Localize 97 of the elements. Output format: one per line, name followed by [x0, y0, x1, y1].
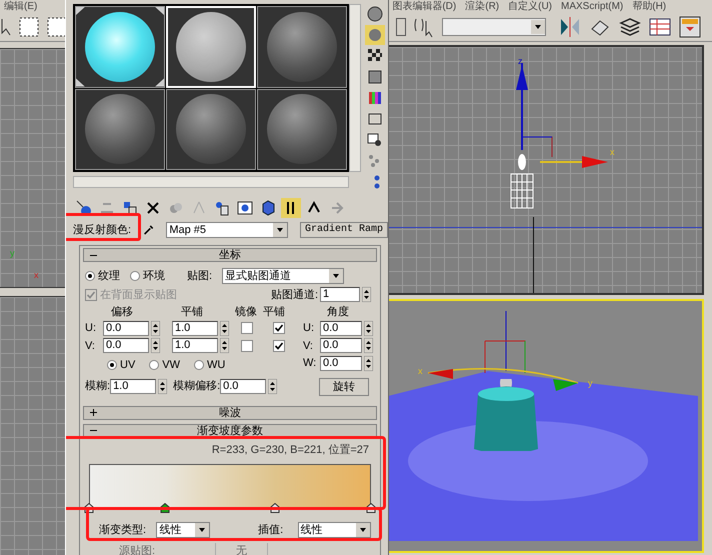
spinner-icon[interactable]	[151, 338, 160, 354]
checkbox[interactable]	[241, 340, 253, 352]
radio-label: VW	[162, 358, 180, 373]
dropdown[interactable]: 线性	[156, 522, 210, 538]
rectangle-select-icon[interactable]	[18, 16, 40, 38]
show-end-result-icon[interactable]	[281, 198, 301, 218]
rollout-header[interactable]: 坐标	[83, 248, 377, 262]
curve-editor-icon[interactable]	[678, 14, 702, 38]
column-header: 平铺	[263, 305, 285, 319]
interpolation-label: 插值:	[258, 523, 284, 538]
radio-button[interactable]	[194, 360, 204, 370]
dropdown[interactable]: Map #5	[166, 222, 288, 238]
number-field[interactable]: 0.0	[320, 356, 362, 371]
rollout-title: 噪波	[219, 406, 241, 418]
menu-item[interactable]: 帮助(H)	[632, 1, 666, 12]
number-field[interactable]: 0.0	[220, 379, 266, 394]
color-readout: R=233, G=230, B=221, 位置=27	[212, 442, 369, 458]
dropdown-value: 线性	[300, 523, 323, 538]
expand-icon	[90, 409, 97, 416]
number-field[interactable]: 1.0	[172, 338, 218, 354]
checkbox[interactable]	[273, 340, 285, 352]
rotate-button[interactable]: 旋转	[319, 378, 369, 396]
vertical-scrollbar[interactable]	[349, 4, 361, 172]
menu-item[interactable]: 自定义(U)	[508, 1, 552, 12]
circle-select-icon[interactable]	[46, 16, 68, 38]
source-map-label: 源贴图:	[119, 544, 156, 555]
sample-slot[interactable]	[75, 6, 165, 88]
column-header: 角度	[326, 305, 350, 319]
spinner-icon[interactable]	[362, 287, 371, 302]
dropdown[interactable]: 线性	[298, 522, 371, 538]
spinner-icon[interactable]	[220, 338, 229, 354]
radio-button[interactable]	[107, 360, 117, 370]
dropdown-value: Map #5	[169, 223, 206, 237]
channel-label: 贴图通道:	[270, 288, 318, 302]
map-slot-label: 漫反射颜色:	[73, 222, 132, 238]
number-field[interactable]: 0.0	[103, 338, 149, 354]
rollout-header[interactable]: 渐变坡度参数	[83, 424, 377, 438]
number-field[interactable]: 0.0	[320, 338, 362, 354]
gradient-type-label: 渐变类型:	[99, 522, 148, 538]
menu-item[interactable]: 图表编辑器(D)	[392, 1, 456, 12]
menu-item[interactable]: MAXScript(M)	[561, 1, 624, 12]
radio-label: 环境	[143, 268, 165, 284]
source-map-button[interactable]: 无	[215, 542, 268, 555]
blur-label: 模糊:	[85, 379, 110, 394]
axis-letter: x	[610, 148, 614, 157]
radio-button[interactable]	[130, 271, 140, 282]
rollout-header[interactable]: 噪波	[83, 406, 377, 420]
rollout-title: 渐变坡度参数	[197, 424, 263, 436]
column-header: 偏移	[111, 305, 134, 319]
radio-label: 纹理	[98, 269, 120, 284]
number-field[interactable]: 1	[320, 287, 360, 302]
number-field[interactable]: 0.0	[320, 320, 362, 336]
number-field[interactable]: 0.0	[103, 320, 149, 336]
dropdown[interactable]: 显式贴图通道	[222, 268, 344, 284]
column-header: 平铺	[181, 305, 204, 319]
dropdown-value: 显式贴图通道	[225, 269, 292, 284]
radio-label: WU	[207, 358, 226, 373]
collapse-icon	[90, 427, 97, 434]
menu-item[interactable]: 编辑(E)	[4, 1, 38, 12]
spinner-icon[interactable]	[268, 379, 278, 394]
map-type-button[interactable]: Gradient Ramp	[300, 222, 388, 238]
radio-button[interactable]	[85, 271, 95, 282]
axis-letter: y	[588, 379, 592, 388]
sample-sphere-icon[interactable]	[365, 4, 385, 24]
cylinder-mesh-drawing	[472, 379, 540, 451]
checkbox[interactable]	[241, 322, 253, 334]
axis-label: W:	[303, 356, 317, 371]
rollout-title: 坐标	[219, 249, 241, 261]
menu-item[interactable]: 渲染(R)	[465, 1, 500, 12]
spinner-icon[interactable]	[158, 379, 168, 394]
number-field[interactable]: 1.0	[172, 320, 218, 336]
blur-offset-label: 模糊偏移:	[173, 379, 220, 394]
number-field[interactable]: 1.0	[110, 379, 156, 394]
radio-button[interactable]	[149, 360, 160, 370]
checkbox-label: 在背面显示贴图	[100, 288, 177, 302]
radio-label: UV	[120, 358, 136, 373]
spinner-icon[interactable]	[364, 356, 373, 371]
column-header: 镜像	[235, 305, 258, 319]
axis-label: V:	[85, 338, 96, 354]
axis-label: U:	[85, 321, 97, 336]
corner-marks-icon	[76, 7, 164, 86]
mapping-label: 贴图:	[187, 269, 212, 284]
spinner-icon[interactable]	[220, 320, 229, 336]
dropdown-value: 线性	[159, 523, 182, 538]
checkbox[interactable]	[273, 322, 285, 334]
axis-letter: x	[418, 367, 422, 376]
spinner-icon[interactable]	[151, 320, 160, 336]
mirror-icon[interactable]	[558, 14, 582, 38]
axis-letter: y	[10, 249, 14, 258]
eyedropper-icon[interactable]	[143, 223, 154, 237]
gradient-ramp[interactable]	[89, 464, 371, 508]
spinner-icon[interactable]	[364, 338, 373, 354]
axis-label: U:	[303, 321, 315, 336]
spinner-icon[interactable]	[364, 320, 373, 336]
axis-letter: x	[34, 271, 38, 280]
horizontal-scrollbar[interactable]	[73, 176, 349, 188]
axis-label: V:	[303, 338, 314, 354]
